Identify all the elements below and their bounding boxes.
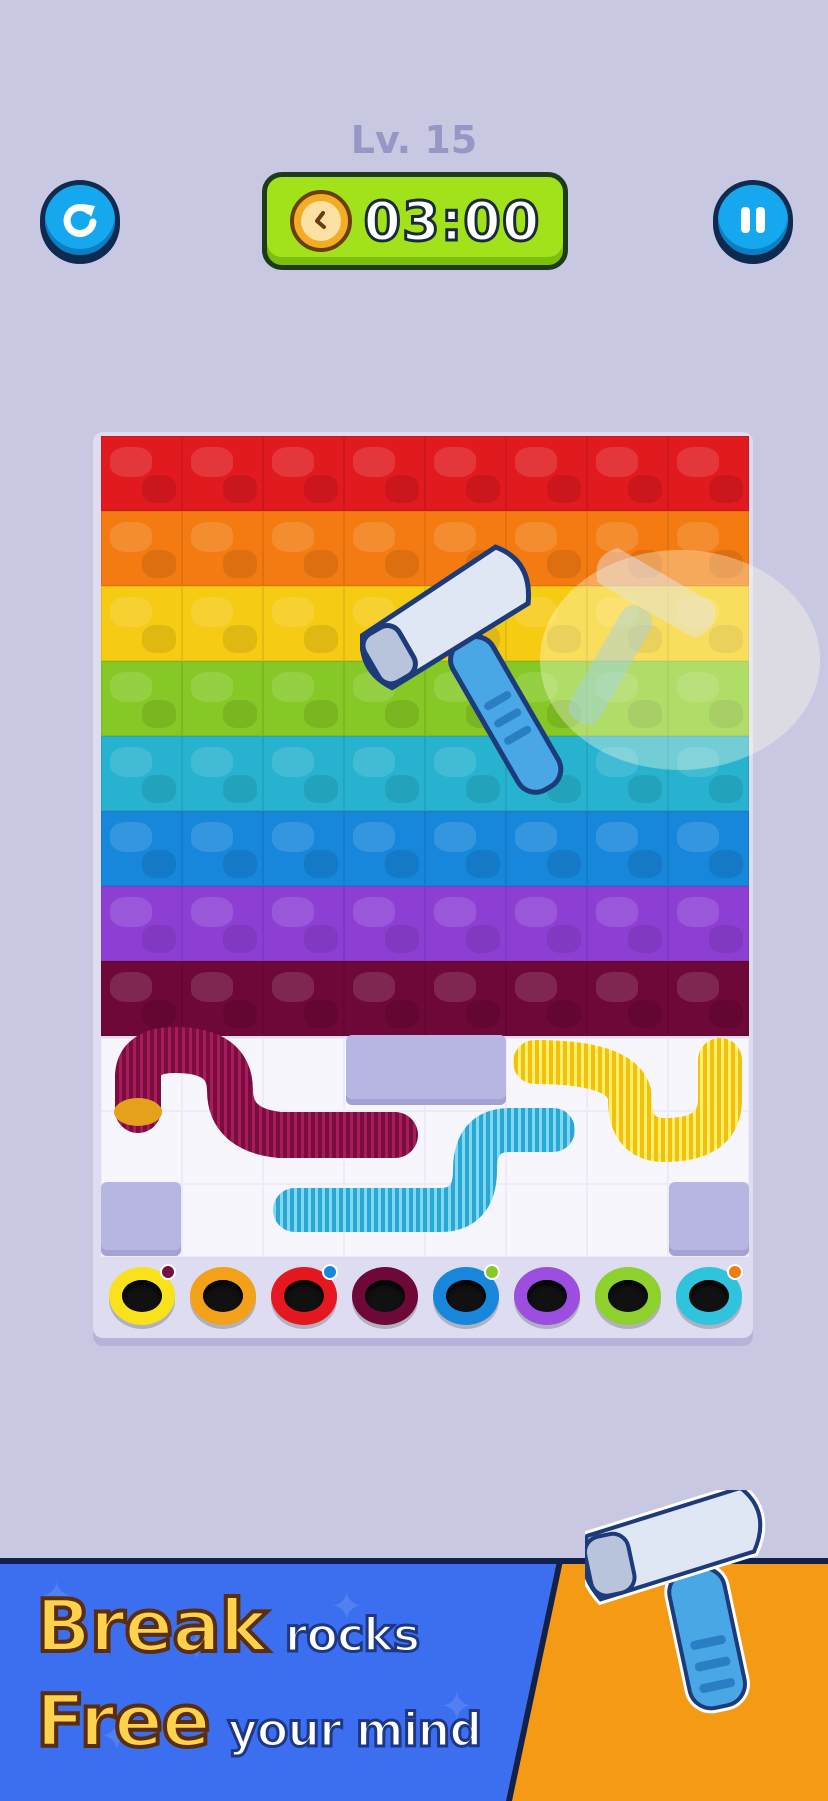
hole-row (101, 1260, 749, 1332)
hole-opening (202, 1280, 243, 1312)
hole-indicator-dot (160, 1264, 176, 1280)
hole-opening (364, 1280, 405, 1312)
banner-rocks-text: rocks (283, 1607, 422, 1664)
hole-ring (594, 1267, 661, 1325)
hole-opening (607, 1280, 648, 1312)
hole-opening (283, 1280, 324, 1312)
hole-lime[interactable] (587, 1260, 668, 1332)
hole-opening (688, 1280, 729, 1312)
hole-ring (351, 1267, 418, 1325)
hole-opening (445, 1280, 486, 1312)
hole-orange[interactable] (182, 1260, 263, 1332)
hole-red[interactable] (263, 1260, 344, 1332)
hole-ring (189, 1267, 256, 1325)
hole-indicator-dot (727, 1264, 743, 1280)
banner-your-mind-text: your mind (226, 1702, 483, 1759)
hole-indicator-dot (322, 1264, 338, 1280)
hole-purple[interactable] (506, 1260, 587, 1332)
hole-indicator-dot (484, 1264, 500, 1280)
hole-cyan[interactable] (668, 1260, 749, 1332)
maroon-spring[interactable] (114, 1026, 418, 1158)
hole-blue[interactable] (425, 1260, 506, 1332)
hole-opening (121, 1280, 162, 1312)
hole-ring (513, 1267, 580, 1325)
banner-hammer-icon (585, 1490, 766, 1714)
hole-yellow[interactable] (101, 1260, 182, 1332)
hole-opening (526, 1280, 567, 1312)
banner-break-text: Break (34, 1582, 270, 1670)
hole-maroon[interactable] (344, 1260, 425, 1332)
hammer-icon[interactable] (360, 540, 820, 840)
banner-free-text: Free (34, 1677, 213, 1765)
